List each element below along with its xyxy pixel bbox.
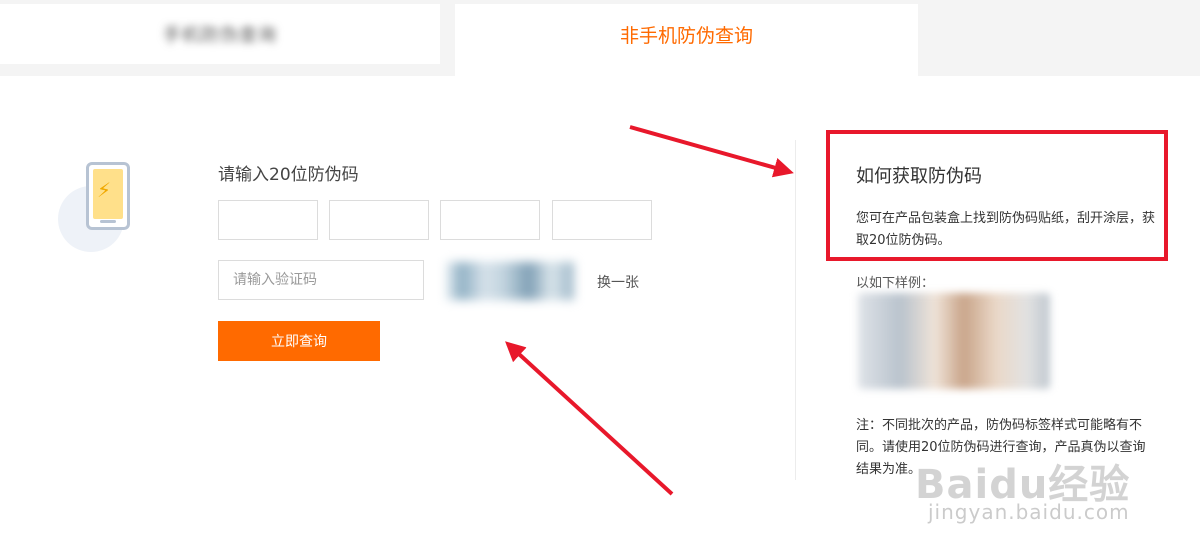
arrow-to-help-box <box>629 125 794 178</box>
arrow-to-captcha <box>505 341 674 496</box>
watermark-url: jingyan.baidu.com <box>928 500 1130 524</box>
